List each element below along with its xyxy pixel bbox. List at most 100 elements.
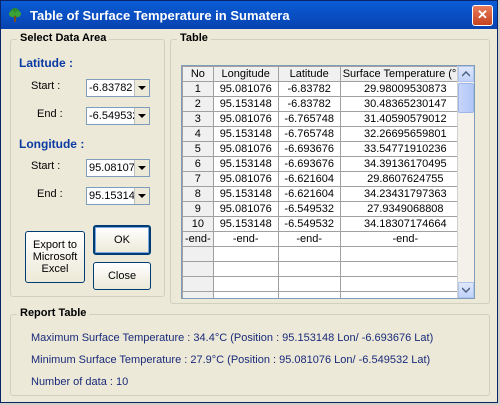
latitude-start-select[interactable]: -6.83782	[86, 79, 150, 97]
cell-latitude[interactable]: -6.549532	[277, 216, 341, 232]
cell-longitude[interactable]: 95.153148	[212, 156, 279, 172]
table-row[interactable]: 3 95.081076 -6.765748 31.40590579012	[182, 111, 471, 127]
empty-cell[interactable]	[277, 276, 341, 292]
cell-temperature[interactable]: 30.48365230147	[339, 96, 471, 112]
cell-no[interactable]: 8	[182, 186, 214, 202]
cell-no[interactable]: -end-	[182, 231, 214, 247]
vertical-scrollbar[interactable]	[457, 66, 474, 298]
cell-latitude[interactable]: -6.693676	[277, 141, 341, 157]
empty-cell[interactable]	[339, 291, 471, 298]
cell-latitude[interactable]: -6.621604	[277, 171, 341, 187]
cell-latitude[interactable]: -6.83782	[277, 81, 341, 97]
empty-cell[interactable]	[182, 276, 214, 292]
table-row[interactable]: 5 95.081076 -6.693676 33.54771910236	[182, 141, 471, 157]
cell-temperature[interactable]: 34.39136170495	[339, 156, 471, 172]
empty-cell[interactable]	[182, 261, 214, 277]
scroll-thumb[interactable]	[458, 83, 474, 113]
cell-latitude[interactable]: -6.765748	[277, 111, 341, 127]
cell-temperature[interactable]: 27.9349068808	[339, 201, 471, 217]
table-row[interactable]: 2 95.153148 -6.83782 30.48365230147	[182, 96, 471, 112]
cell-longitude[interactable]: -end-	[212, 231, 279, 247]
close-button[interactable]: Close	[93, 262, 151, 290]
empty-cell[interactable]	[277, 246, 341, 262]
cell-temperature[interactable]: 29.98009530873	[339, 81, 471, 97]
cell-temperature[interactable]: 33.54771910236	[339, 141, 471, 157]
cell-latitude[interactable]: -6.621604	[277, 186, 341, 202]
cell-temperature[interactable]: 34.23431797363	[339, 186, 471, 202]
table-row[interactable]: -end- -end- -end- -end-	[182, 231, 471, 247]
table-row-empty[interactable]	[182, 246, 471, 262]
cell-no[interactable]: 5	[182, 141, 214, 157]
cell-latitude[interactable]: -6.693676	[277, 156, 341, 172]
cell-no[interactable]: 1	[182, 81, 214, 97]
chevron-down-icon[interactable]	[134, 108, 149, 124]
scroll-down-button[interactable]	[458, 282, 474, 298]
empty-cell[interactable]	[182, 291, 214, 298]
column-header-longitude[interactable]: Longitude	[212, 66, 279, 82]
cell-no[interactable]: 6	[182, 156, 214, 172]
empty-cell[interactable]	[339, 261, 471, 277]
table-row[interactable]: 6 95.153148 -6.693676 34.39136170495	[182, 156, 471, 172]
empty-cell[interactable]	[212, 261, 279, 277]
cell-latitude[interactable]: -6.549532	[277, 201, 341, 217]
table-row[interactable]: 9 95.081076 -6.549532 27.9349068808	[182, 201, 471, 217]
cell-no[interactable]: 3	[182, 111, 214, 127]
column-header-latitude[interactable]: Latitude	[277, 66, 341, 82]
cell-longitude[interactable]: 95.081076	[212, 141, 279, 157]
cell-longitude[interactable]: 95.153148	[212, 216, 279, 232]
table-row-empty[interactable]	[182, 276, 471, 292]
longitude-end-select[interactable]: 95.15314	[86, 187, 150, 205]
column-header-temperature[interactable]: Surface Temperature (°C)	[339, 66, 471, 82]
cell-latitude[interactable]: -end-	[277, 231, 341, 247]
empty-cell[interactable]	[212, 246, 279, 262]
cell-temperature[interactable]: 32.26695659801	[339, 126, 471, 142]
cell-latitude[interactable]: -6.765748	[277, 126, 341, 142]
chevron-down-icon[interactable]	[134, 80, 149, 96]
empty-cell[interactable]	[212, 276, 279, 292]
table-row[interactable]: 7 95.081076 -6.621604 29.8607624755	[182, 171, 471, 187]
cell-temperature[interactable]: -end-	[339, 231, 471, 247]
cell-temperature[interactable]: 31.40590579012	[339, 111, 471, 127]
cell-temperature[interactable]: 34.18307174664	[339, 216, 471, 232]
longitude-start-select[interactable]: 95.08107	[86, 159, 150, 177]
cell-no[interactable]: 2	[182, 96, 214, 112]
select-data-area-title: Select Data Area	[17, 32, 110, 44]
ok-button[interactable]: OK	[93, 225, 151, 255]
table-row-empty[interactable]	[182, 291, 471, 298]
table-row[interactable]: 8 95.153148 -6.621604 34.23431797363	[182, 186, 471, 202]
cell-latitude[interactable]: -6.83782	[277, 96, 341, 112]
data-grid[interactable]: No Longitude Latitude Surface Temperatur…	[181, 65, 475, 299]
cell-no[interactable]: 10	[182, 216, 214, 232]
cell-no[interactable]: 4	[182, 126, 214, 142]
cell-longitude[interactable]: 95.153148	[212, 186, 279, 202]
cell-longitude[interactable]: 95.081076	[212, 171, 279, 187]
empty-cell[interactable]	[277, 261, 341, 277]
cell-temperature[interactable]: 29.8607624755	[339, 171, 471, 187]
table-row-empty[interactable]	[182, 261, 471, 277]
chevron-down-icon[interactable]	[134, 160, 149, 176]
scroll-up-button[interactable]	[458, 66, 474, 82]
latitude-start-value: -6.83782	[89, 82, 133, 94]
cell-longitude[interactable]: 95.081076	[212, 111, 279, 127]
cell-longitude[interactable]: 95.153148	[212, 126, 279, 142]
cell-longitude[interactable]: 95.081076	[212, 201, 279, 217]
empty-cell[interactable]	[277, 291, 341, 298]
column-header-no[interactable]: No	[182, 66, 214, 82]
cell-longitude[interactable]: 95.153148	[212, 96, 279, 112]
cell-no[interactable]: 9	[182, 201, 214, 217]
cell-longitude[interactable]: 95.081076	[212, 81, 279, 97]
empty-cell[interactable]	[339, 246, 471, 262]
title-bar[interactable]: Table of Surface Temperature in Sumatera…	[1, 1, 497, 29]
empty-cell[interactable]	[182, 246, 214, 262]
chevron-down-icon[interactable]	[134, 188, 149, 204]
table-row[interactable]: 4 95.153148 -6.765748 32.26695659801	[182, 126, 471, 142]
cell-no[interactable]: 7	[182, 171, 214, 187]
export-excel-button[interactable]: Export to Microsoft Excel	[25, 231, 85, 283]
window-close-button[interactable]: ✕	[472, 4, 493, 26]
empty-cell[interactable]	[339, 276, 471, 292]
longitude-start-label: Start :	[31, 160, 61, 172]
table-row[interactable]: 1 95.081076 -6.83782 29.98009530873	[182, 81, 471, 97]
empty-cell[interactable]	[212, 291, 279, 298]
table-row[interactable]: 10 95.153148 -6.549532 34.18307174664	[182, 216, 471, 232]
latitude-end-select[interactable]: -6.549532	[86, 107, 150, 125]
